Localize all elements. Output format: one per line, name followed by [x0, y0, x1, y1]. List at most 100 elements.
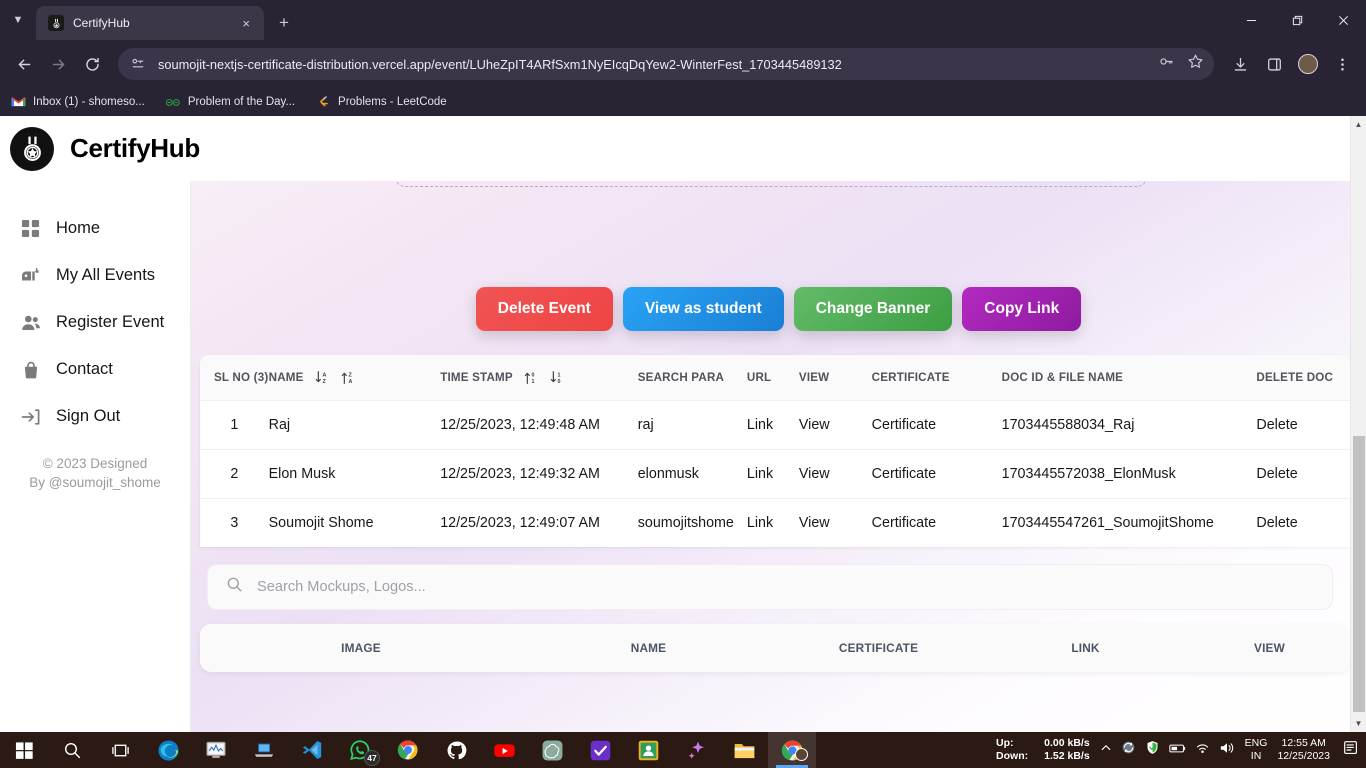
github-app[interactable]	[432, 732, 480, 768]
svg-text:Z: Z	[322, 379, 326, 385]
chevron-up-icon[interactable]	[1100, 741, 1112, 759]
new-tab-button[interactable]: +	[270, 9, 298, 37]
arrow-down-a-z-icon[interactable]: AZ	[315, 370, 330, 385]
search-input[interactable]: Search Mockups, Logos...	[257, 579, 426, 595]
profile-avatar-icon[interactable]	[1292, 48, 1324, 80]
col-link: LINK	[1071, 641, 1100, 655]
copy-link-button[interactable]: Copy Link	[962, 287, 1082, 331]
system-monitor-app[interactable]	[192, 732, 240, 768]
volume-icon[interactable]	[1219, 741, 1235, 760]
cell-delete-link[interactable]: Delete	[1256, 449, 1350, 499]
chevron-down-icon: ▼	[12, 13, 24, 26]
chrome-window[interactable]	[768, 732, 816, 768]
tab-certifyhub[interactable]: CertifyHub ×	[36, 6, 264, 40]
delete-event-button[interactable]: Delete Event	[475, 287, 613, 331]
remote-desktop-app[interactable]	[240, 732, 288, 768]
file-explorer-app[interactable]	[720, 732, 768, 768]
battery-icon[interactable]	[1169, 741, 1186, 759]
password-key-icon[interactable]	[1158, 53, 1175, 75]
cell-sl: 2	[200, 449, 269, 499]
back-button[interactable]	[8, 48, 40, 80]
scroll-down-arrow-icon[interactable]: ▼	[1351, 715, 1366, 732]
table-row: 1 Raj 12/25/2023, 12:49:48 AM raj Link V…	[200, 400, 1350, 450]
forward-button[interactable]	[42, 48, 74, 80]
wifi-icon[interactable]	[1195, 741, 1210, 759]
bookmark-gmail[interactable]: Inbox (1) - shomeso...	[10, 94, 145, 110]
cell-certificate-link[interactable]: Certificate	[871, 400, 1002, 450]
bookmark-star-icon[interactable]	[1187, 53, 1204, 75]
clock[interactable]: 12:55 AM 12/25/2023	[1277, 737, 1330, 763]
bookmark-geeksforgeeks[interactable]: Problem of the Day...	[165, 94, 295, 110]
tab-search-button[interactable]: ▼	[0, 0, 36, 40]
bookmark-leetcode[interactable]: Problems - LeetCode	[315, 94, 447, 110]
browser-toolbar: soumojit-nextjs-certificate-distribution…	[0, 40, 1366, 88]
col-name: NAME	[268, 371, 304, 384]
cell-url-link[interactable]: Link	[746, 449, 799, 499]
upload-value: 0.00 kB/s	[1044, 737, 1090, 749]
table-header-row: SL NO (3) NAME AZ ZA TIME STAMP 0 1 1 0 …	[200, 355, 1350, 401]
sidebar-item-sign-out[interactable]: Sign Out	[0, 393, 190, 440]
restore-icon[interactable]	[1274, 0, 1320, 40]
shield-icon[interactable]	[1145, 740, 1160, 760]
youtube-app[interactable]	[480, 732, 528, 768]
upload-label: Up:	[996, 737, 1014, 749]
cell-view-link[interactable]: View	[798, 400, 872, 450]
whatsapp-app[interactable]: 47	[336, 732, 384, 768]
col-delete-doc: DELETE DOC	[1256, 371, 1334, 384]
svg-text:1: 1	[557, 372, 560, 378]
cell-certificate-link[interactable]: Certificate	[871, 449, 1002, 499]
vscode-app[interactable]	[288, 732, 336, 768]
participants-table: SL NO (3) NAME AZ ZA TIME STAMP 0 1 1 0 …	[200, 355, 1350, 547]
close-icon[interactable]: ×	[238, 15, 254, 32]
more-menu-icon[interactable]	[1326, 48, 1358, 80]
banner-dropzone[interactable]	[395, 181, 1147, 187]
sidebar-item-contact[interactable]: Contact	[0, 346, 190, 393]
cell-view-link[interactable]: View	[798, 498, 872, 547]
cell-view-link[interactable]: View	[798, 449, 872, 499]
col-certificate: CERTIFICATE	[838, 641, 919, 655]
arrow-up-z-a-icon[interactable]: ZA	[341, 370, 356, 385]
cell-delete-link[interactable]: Delete	[1256, 498, 1350, 547]
reload-button[interactable]	[76, 48, 108, 80]
side-panel-icon[interactable]	[1258, 48, 1290, 80]
download-icon[interactable]	[1224, 48, 1256, 80]
arrow-down-1-0-icon[interactable]: 10	[550, 370, 565, 385]
page-scrollbar[interactable]: ▲ ▼	[1350, 116, 1366, 732]
sidebar-item-my-all-events[interactable]: My All Events	[0, 252, 190, 299]
task-view-button[interactable]	[96, 732, 144, 768]
scrollbar-thumb[interactable]	[1353, 436, 1365, 712]
notification-icon[interactable]	[1340, 739, 1360, 762]
view-as-student-button[interactable]: View as student	[622, 287, 784, 331]
cell-delete-link[interactable]: Delete	[1256, 400, 1350, 450]
cell-certificate-link[interactable]: Certificate	[871, 498, 1002, 547]
cell-name: Raj	[268, 400, 441, 450]
search-button[interactable]	[48, 732, 96, 768]
cell-url-link[interactable]: Link	[746, 498, 799, 547]
sidebar-item-register-event[interactable]: Register Event	[0, 299, 190, 346]
svg-text:0: 0	[531, 372, 534, 378]
address-bar[interactable]: soumojit-nextjs-certificate-distribution…	[118, 48, 1214, 80]
chrome-app[interactable]	[384, 732, 432, 768]
scroll-up-arrow-icon[interactable]: ▲	[1351, 116, 1366, 133]
edge-app[interactable]	[144, 732, 192, 768]
search-bar[interactable]: Search Mockups, Logos...	[207, 564, 1333, 610]
sidebar-item-home[interactable]: Home	[0, 205, 190, 252]
start-button[interactable]	[0, 732, 48, 768]
chatgpt-app[interactable]	[528, 732, 576, 768]
gmail-icon	[10, 94, 26, 110]
todo-app[interactable]	[576, 732, 624, 768]
language-indicator[interactable]: ENG IN	[1245, 737, 1268, 763]
network-sync-icon[interactable]	[1121, 740, 1136, 760]
arrow-up-0-1-icon[interactable]: 01	[524, 370, 539, 385]
svg-text:0: 0	[557, 379, 560, 385]
copilot-app[interactable]	[672, 732, 720, 768]
close-icon[interactable]	[1320, 0, 1366, 40]
change-banner-button[interactable]: Change Banner	[793, 287, 953, 331]
cell-doc-id: 1703445588034_Raj	[1001, 400, 1257, 450]
cell-url-link[interactable]: Link	[746, 400, 799, 450]
copyright: © 2023 Designed By @soumojit_shome	[0, 454, 190, 492]
col-sl-no: SL NO (3)	[214, 371, 269, 384]
contacts-app[interactable]	[624, 732, 672, 768]
minimize-icon[interactable]	[1228, 0, 1274, 40]
site-info-icon[interactable]	[130, 56, 148, 72]
